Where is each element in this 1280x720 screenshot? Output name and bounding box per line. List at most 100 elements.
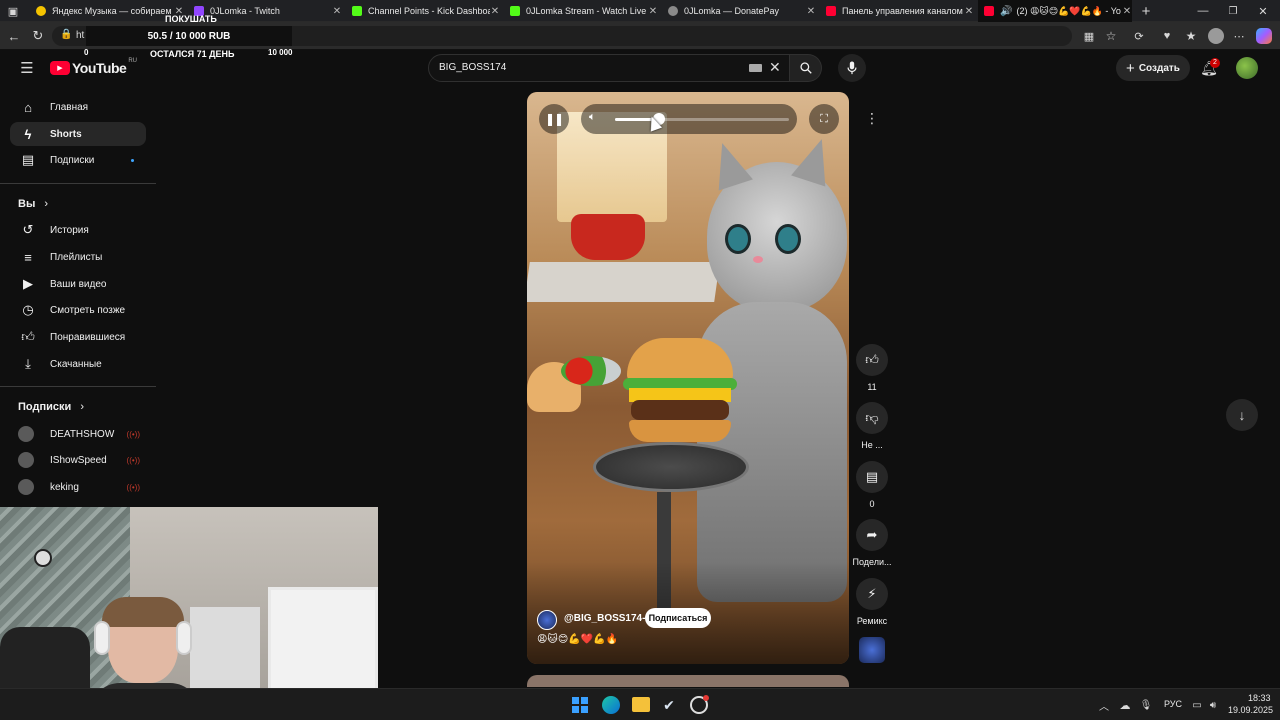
edge-browser-icon[interactable] — [602, 696, 620, 714]
sidebar-sub-keking[interactable]: keking ((•)) — [10, 475, 146, 499]
like-button[interactable]: 👍︎ 11 — [852, 344, 892, 392]
next-short-button[interactable]: ↓ — [1226, 399, 1258, 431]
tab-donatepay[interactable]: 0JLomka — DonatePay ✕ — [662, 0, 816, 22]
short-video-player[interactable]: ❚❚ 🔈︎ ⛶ @BIG_BOSS174-1 Подписаться 😩🐱😊💪❤… — [527, 92, 849, 664]
reading-view-icon[interactable]: ▦ — [1082, 29, 1096, 43]
browser-essentials-icon[interactable]: ♥ — [1160, 29, 1174, 43]
tab-kick-stream[interactable]: 0JLomka Stream - Watch Live on ✕ — [504, 0, 658, 22]
close-icon[interactable]: ✕ — [964, 6, 974, 17]
volume-tray-icon[interactable]: 🔊︎ — [1206, 698, 1220, 712]
create-button[interactable]: + Создать — [1116, 55, 1190, 81]
share-button[interactable]: ➦ Подели... — [848, 519, 896, 567]
onedrive-cloud-icon[interactable]: ☁ — [1118, 698, 1132, 712]
subscriptions-section-title[interactable]: Подписки › — [18, 401, 84, 413]
new-content-dot — [131, 158, 134, 162]
account-avatar[interactable] — [1236, 57, 1258, 79]
sidebar-item-downloads[interactable]: ⤓ Скачанные — [10, 352, 146, 376]
sidebar-item-home[interactable]: ⌂ Главная — [10, 95, 146, 119]
sidebar-sub-deathshow[interactable]: DEATHSHOW ((•)) — [10, 422, 146, 446]
tab-youtube-shorts[interactable]: 🔊 (2) 😩🐱😊💪❤️💪🔥 - Yo ✕ — [978, 0, 1132, 22]
tray-chevron-up-icon[interactable]: ︿ — [1098, 698, 1110, 713]
favorites-icon[interactable]: ★ — [1184, 29, 1198, 43]
downloads-icon: ⤓ — [25, 356, 31, 371]
extensions-icon[interactable]: ⟳ — [1132, 29, 1146, 43]
close-icon[interactable]: ✕ — [806, 6, 816, 17]
back-icon[interactable]: ← — [6, 28, 22, 44]
more-options-button[interactable]: ⋮ — [860, 106, 884, 130]
volume-slider[interactable] — [615, 113, 789, 125]
sidebar-item-playlists[interactable]: ≡ Плейлисты — [10, 245, 146, 269]
sidebar-item-your-videos[interactable]: ▶ Ваши видео — [10, 272, 146, 296]
more-icon[interactable]: ⋯ — [1232, 29, 1246, 43]
clock-time[interactable]: 18:33 — [1248, 693, 1271, 703]
remix-button[interactable]: ⚡︎ Ремикс — [848, 578, 896, 626]
audio-source-thumbnail[interactable] — [859, 637, 885, 663]
sidebar-sub-ishowspeed[interactable]: IShowSpeed ((•)) — [10, 448, 146, 472]
comments-button[interactable]: ▤ 0 — [852, 461, 892, 509]
donation-goal-max: 10 000 — [268, 48, 293, 57]
you-section-label: Вы — [18, 198, 36, 210]
tab-yandex-music[interactable]: Яндекс Музыка — собираем му ✕ — [30, 0, 184, 22]
channel-name[interactable]: @BIG_BOSS174-1 — [564, 613, 651, 624]
tray-microphone-icon[interactable]: 🎙︎ — [1140, 698, 1153, 712]
sidebar-item-liked[interactable]: 👍︎ Понравившиеся — [10, 325, 146, 349]
sidebar-item-subscriptions[interactable]: ▤ Подписки — [10, 148, 146, 172]
favorite-star-icon[interactable]: ☆ — [1104, 29, 1118, 43]
close-window-icon[interactable]: ✕ — [1256, 4, 1270, 18]
youtube-logo[interactable]: ▶ YouTube RU — [50, 58, 137, 76]
live-indicator-icon: ((•)) — [126, 429, 140, 439]
keyboard-icon[interactable] — [749, 64, 762, 72]
fullscreen-button[interactable]: ⛶ — [809, 104, 839, 134]
channel-avatar[interactable] — [537, 610, 557, 630]
volume-icon[interactable]: 🔈︎ — [589, 111, 596, 124]
pause-icon: ❚❚ — [544, 112, 564, 126]
speaker-icon[interactable]: 🔊 — [1000, 6, 1012, 17]
menu-icon[interactable]: ☰ — [18, 59, 36, 77]
donation-goal-min: 0 — [84, 48, 89, 57]
tab-youtube-studio[interactable]: Панель управления каналом - Y ✕ — [820, 0, 974, 22]
donation-goal-title: ПОКУШАТЬ — [165, 14, 217, 24]
profile-avatar[interactable] — [1208, 28, 1224, 44]
sidebar-item-label: Подписки — [50, 154, 95, 166]
restore-icon[interactable]: ❐ — [1226, 4, 1240, 18]
search-input[interactable]: BIG_BOSS174 ✕ — [428, 54, 790, 82]
file-explorer-icon[interactable] — [632, 697, 650, 712]
new-tab-button[interactable]: + — [1138, 3, 1154, 20]
windows-start-icon[interactable] — [572, 697, 588, 713]
input-language[interactable]: РУС — [1164, 699, 1182, 709]
sidebar-item-history[interactable]: ↺ История — [10, 218, 146, 242]
next-short-preview[interactable] — [527, 675, 849, 687]
tab-title: 0JLomka - Twitch — [210, 6, 280, 16]
search-button[interactable] — [790, 54, 822, 82]
network-icon[interactable]: ▭ — [1190, 698, 1204, 712]
sidebar-item-label: DEATHSHOW — [50, 428, 115, 440]
dislike-button[interactable]: 👎︎ Не ... — [852, 402, 892, 450]
clear-search-icon[interactable]: ✕ — [769, 59, 781, 76]
copilot-icon[interactable] — [1256, 28, 1272, 44]
tab-kick-dashboard[interactable]: Channel Points - Kick Dashboard ✕ — [346, 0, 500, 22]
close-icon[interactable]: ✕ — [490, 6, 500, 17]
sidebar-item-label: IShowSpeed — [50, 454, 107, 466]
share-icon: ➦ — [866, 527, 878, 542]
home-icon: ⌂ — [24, 99, 32, 115]
volume-control[interactable]: 🔈︎ — [581, 104, 797, 134]
tab-title: Панель управления каналом - Y — [842, 6, 964, 16]
sidebar-item-shorts[interactable]: ϟ Shorts — [10, 122, 146, 146]
voice-search-button[interactable] — [838, 54, 866, 82]
history-icon: ↺ — [22, 222, 34, 237]
comment-count: 0 — [869, 499, 875, 509]
close-icon[interactable]: ✕ — [332, 6, 342, 17]
clock-date[interactable]: 19.09.2025 — [1228, 705, 1273, 715]
sidebar-item-watch-later[interactable]: ◷ Смотреть позже — [10, 298, 146, 322]
pause-button[interactable]: ❚❚ — [539, 104, 569, 134]
close-icon[interactable]: ✕ — [1122, 6, 1132, 17]
close-icon[interactable]: ✕ — [648, 6, 658, 17]
dislike-label: Не ... — [861, 440, 883, 450]
sidebar-item-label: Ваши видео — [50, 278, 107, 290]
minimize-icon[interactable]: — — [1196, 4, 1210, 18]
subscribe-button[interactable]: Подписаться — [645, 608, 711, 628]
steam-icon[interactable]: ✔ — [660, 696, 678, 714]
refresh-icon[interactable]: ↻ — [30, 28, 46, 44]
tab-actions-icon[interactable]: ▣ — [6, 5, 20, 18]
you-section-title[interactable]: Вы › — [18, 198, 48, 210]
